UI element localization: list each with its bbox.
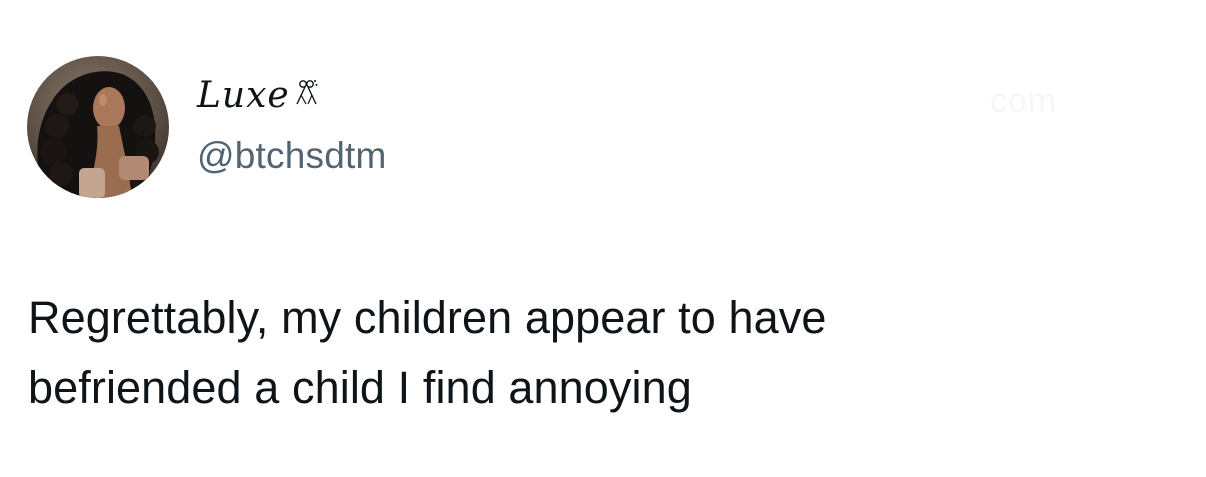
tweet-text: Regrettably, my children appear to have … [28, 283, 1178, 423]
author-handle[interactable]: @btchsdtm [197, 134, 386, 178]
tweet-text-line: Regrettably, my children appear to have [28, 292, 827, 343]
avatar-image [27, 56, 169, 198]
tweet-text-line: befriended a child I find annoying [28, 362, 692, 413]
bow-icon [294, 78, 318, 110]
display-name[interactable]: Luxe [197, 74, 290, 118]
author-names: Luxe @btchsdtm [197, 56, 386, 178]
watermark: com [990, 82, 1058, 120]
avatar[interactable] [27, 56, 169, 198]
display-name-row: Luxe [197, 74, 386, 124]
tweet-card: Luxe @btchsdtm com Regrettably, my child… [0, 0, 1206, 477]
tweet-header: Luxe @btchsdtm [27, 56, 386, 198]
